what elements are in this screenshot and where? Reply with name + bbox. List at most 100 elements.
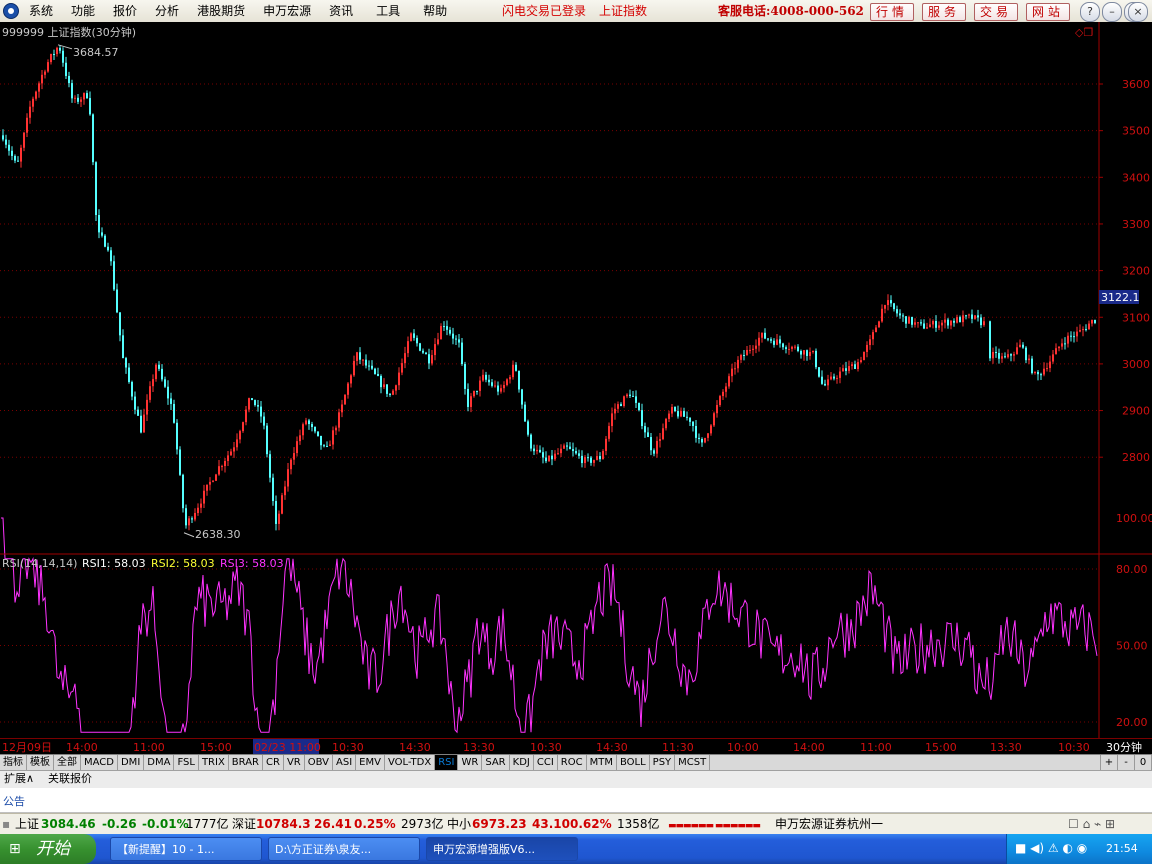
zoom-reset-button[interactable]: 0 — [1135, 755, 1152, 771]
zoom-in-button[interactable]: + — [1101, 755, 1118, 771]
candle-body — [632, 395, 634, 397]
indicator-tab-psy[interactable]: PSY — [650, 755, 676, 771]
candle-body — [197, 507, 199, 514]
zx-index-name[interactable]: 中小 — [447, 817, 471, 832]
sh-index-name[interactable]: 上证 — [15, 817, 39, 832]
indicator-tab-指标[interactable]: 指标 — [0, 755, 27, 771]
candle-body — [761, 332, 763, 338]
indicator-tab-trix[interactable]: TRIX — [199, 755, 229, 771]
candle-body — [497, 385, 499, 392]
period-label[interactable]: 30分钟 — [1106, 740, 1142, 754]
candle-body — [425, 352, 427, 355]
indicator-tab-asi[interactable]: ASI — [333, 755, 357, 771]
candle-body — [776, 339, 778, 345]
candle-body — [203, 490, 205, 504]
candle-body — [842, 368, 844, 372]
tab-expand[interactable]: 扩展∧ — [4, 771, 34, 787]
indicator-tab-fsl[interactable]: FSL — [174, 755, 199, 771]
indicator-tab-rsi[interactable]: RSI — [435, 755, 459, 771]
indicator-tab-模板[interactable]: 模板 — [27, 755, 54, 771]
menu-swhy[interactable]: 申万宏源 — [254, 0, 320, 22]
candle-body — [869, 339, 871, 345]
candle-body — [311, 424, 313, 427]
task-folder-label: D:\方正证券\泉友... — [275, 843, 372, 856]
nav-website-button[interactable]: 网站 — [1026, 3, 1070, 21]
candle-body — [923, 323, 925, 329]
close-window-icon[interactable]: × — [1128, 2, 1148, 22]
app-logo-icon[interactable] — [3, 3, 19, 19]
indicator-tab-mcst[interactable]: MCST — [675, 755, 711, 771]
menu-system[interactable]: 系统 — [20, 0, 62, 22]
candle-body — [734, 368, 736, 370]
task-item-folder[interactable]: D:\方正证券\泉友... — [268, 837, 420, 861]
chart-options-icon[interactable]: ◇❐ — [1075, 26, 1093, 39]
indicator-tab-brar[interactable]: BRAR — [229, 755, 263, 771]
sz-index-name[interactable]: 深证 — [232, 817, 256, 832]
candle-body — [485, 374, 487, 380]
indicator-tab-cr[interactable]: CR — [263, 755, 284, 771]
candle-body — [668, 413, 670, 419]
indicator-tab-dma[interactable]: DMA — [144, 755, 175, 771]
indicator-tab-全部[interactable]: 全部 — [54, 755, 81, 771]
start-button[interactable]: ⊞ 开始 — [0, 834, 96, 864]
menu-quote[interactable]: 报价 — [104, 0, 146, 22]
candle-body — [617, 404, 619, 409]
candle-body — [506, 379, 508, 386]
candle-body — [806, 350, 808, 356]
candle-body — [812, 350, 814, 352]
task-item-trading-app[interactable]: 申万宏源增强版V6... — [426, 837, 578, 861]
candle-body — [596, 456, 598, 460]
candle-body — [32, 98, 34, 107]
indicator-tab-cci[interactable]: CCI — [534, 755, 558, 771]
indicator-tab-emv[interactable]: EMV — [356, 755, 385, 771]
candle-body — [857, 362, 859, 370]
indicator-tab-boll[interactable]: BOLL — [617, 755, 650, 771]
indicator-tab-mtm[interactable]: MTM — [587, 755, 617, 771]
candle-body — [83, 93, 85, 100]
nav-service-button[interactable]: 服务 — [922, 3, 966, 21]
indicator-tab-obv[interactable]: OBV — [305, 755, 333, 771]
time-axis-tick: 14:00 — [66, 741, 98, 754]
index-status-bar: ▪ 上证 3084.46 -0.26 -0.01% 1777亿 深证 10784… — [0, 813, 1152, 835]
indicator-tab-kdj[interactable]: KDJ — [510, 755, 534, 771]
indicator-tab-macd[interactable]: MACD — [81, 755, 118, 771]
candle-body — [704, 437, 706, 443]
chart-area[interactable]: 3600 3500 3400 3300 3200 3100 3000 2900 2800 100.… — [0, 22, 1152, 738]
current-security[interactable]: 上证指数 — [599, 0, 647, 22]
nav-trade-button[interactable]: 交易 — [974, 3, 1018, 21]
menu-tools[interactable]: 工具 — [362, 0, 409, 22]
candle-body — [701, 438, 703, 443]
minimize-icon[interactable]: – — [1102, 2, 1122, 22]
candle-body — [302, 424, 304, 436]
task-item-forum[interactable]: 【新提醒】10 - 1... — [110, 837, 262, 861]
candle-body — [683, 411, 685, 417]
indicator-tab-dmi[interactable]: DMI — [118, 755, 145, 771]
tray-app-icons[interactable]: ■ ◀) ⚠ ◐ ◉ — [1015, 841, 1087, 855]
candle-body — [128, 367, 130, 383]
tab-related-quotes[interactable]: 关联报价 — [48, 771, 92, 787]
menu-info[interactable]: 资讯 — [320, 0, 362, 22]
kline-chart[interactable]: 3600 3500 3400 3300 3200 3100 3000 2900 2800 100.… — [0, 22, 1152, 738]
candle-body — [626, 394, 628, 397]
nav-quote-button[interactable]: 行情 — [870, 3, 914, 21]
tray-icons[interactable]: ☐ ⌂ ⌁ ⊞ — [1068, 817, 1115, 832]
candle-body — [659, 439, 661, 441]
candle-body — [14, 155, 16, 161]
candle-body — [569, 446, 571, 450]
indicator-tab-roc[interactable]: ROC — [558, 755, 587, 771]
menu-analysis[interactable]: 分析 — [146, 0, 188, 22]
candle-body — [92, 114, 94, 163]
indicator-tab-wr[interactable]: WR — [458, 755, 483, 771]
menu-hk-futures[interactable]: 港股期货 — [188, 0, 254, 22]
menu-function[interactable]: 功能 — [62, 0, 104, 22]
candle-body — [227, 455, 229, 462]
zoom-out-button[interactable]: - — [1118, 755, 1135, 771]
price-axis-tick: 3400 — [1122, 171, 1150, 184]
indicator-tab-sar[interactable]: SAR — [482, 755, 510, 771]
notice-title[interactable]: 公告 — [3, 793, 25, 809]
help-icon[interactable]: ? — [1080, 2, 1100, 22]
menu-help[interactable]: 帮助 — [409, 0, 456, 22]
indicator-tab-vol-tdx[interactable]: VOL-TDX — [385, 755, 436, 771]
candle-body — [401, 363, 403, 373]
indicator-tab-vr[interactable]: VR — [284, 755, 305, 771]
